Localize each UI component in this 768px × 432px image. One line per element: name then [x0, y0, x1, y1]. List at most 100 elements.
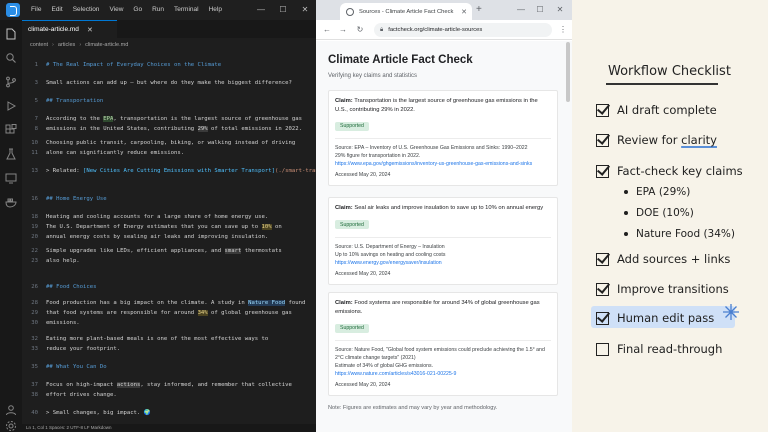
source-control-icon[interactable] — [5, 76, 17, 88]
code-line[interactable]: 22 Simple upgrades like LEDs, efficient a… — [22, 246, 316, 256]
code-line[interactable]: 33 reduce your footprint. — [22, 344, 316, 354]
code-line[interactable]: 13 > Related: [New Cities Are Cutting Emi… — [22, 166, 316, 176]
explorer-icon[interactable] — [5, 28, 17, 40]
close-icon[interactable]: ✕ — [294, 0, 316, 20]
browser-tab[interactable]: Sources - Climate Article Fact Check ✕ — [340, 3, 472, 20]
code-line[interactable]: 19 The U.S. Department of Energy estimate… — [22, 222, 316, 232]
source-line: Source: U.S. Department of Energy – Insu… — [335, 243, 551, 251]
code-token: Choosing public transit, carpooling, bik… — [46, 140, 296, 146]
breadcrumb-item[interactable]: content — [30, 42, 48, 48]
docker-icon[interactable] — [5, 196, 17, 208]
checklist-item[interactable]: Final read-through — [596, 340, 722, 358]
tab-close-icon[interactable]: ✕ — [87, 26, 93, 34]
extensions-icon[interactable] — [5, 124, 17, 136]
menu-view[interactable]: View — [104, 0, 128, 20]
line-number: 10 — [31, 140, 38, 146]
code-line[interactable]: 18 Heating and cooling accounts for a lar… — [22, 212, 316, 222]
checkbox-checked-icon[interactable] — [596, 103, 609, 117]
close-icon[interactable]: ✕ — [551, 2, 569, 18]
code-line[interactable]: 26 ## Food Choices — [22, 282, 316, 292]
new-tab-icon[interactable]: + — [476, 4, 482, 15]
scrollbar-thumb[interactable] — [566, 42, 570, 102]
tab-climate-article[interactable]: climate-article.md ✕ — [22, 20, 117, 38]
tab-close-icon[interactable]: ✕ — [461, 8, 467, 16]
code-line[interactable]: 11 alone can significantly reduce emissio… — [22, 148, 316, 158]
menu-edit[interactable]: Edit — [46, 0, 67, 20]
code-token: Focus on high-impact — [46, 382, 117, 388]
code-line[interactable]: 38 effort drives change. — [22, 390, 316, 400]
checklist-item[interactable]: Fact-check key claims — [596, 162, 743, 180]
line-number: 16 — [31, 196, 38, 202]
checkbox-empty-icon[interactable] — [596, 342, 609, 356]
code-line[interactable]: 7 According to the EPA, transportation is… — [22, 114, 316, 124]
checklist-item[interactable]: Improve transitions — [596, 280, 729, 298]
code-line[interactable]: 20 annual energy costs by sealing air lea… — [22, 232, 316, 242]
line-number: 28 — [31, 300, 38, 306]
search-icon[interactable] — [5, 52, 17, 64]
code-line[interactable]: 16 ## Home Energy Use — [22, 194, 316, 204]
checklist-item[interactable]: Review for clarity — [596, 131, 717, 149]
address-bar[interactable]: 🔒︎ factcheck.org/climate-article-sources — [374, 23, 552, 37]
minimize-icon[interactable]: — — [512, 2, 530, 18]
code-line[interactable]: 35 ## What You Can Do — [22, 362, 316, 372]
source-link[interactable]: https://www.epa.gov/ghgemissions/invento… — [335, 161, 532, 167]
checklist-item[interactable]: AI draft complete — [596, 101, 717, 119]
menu-file[interactable]: File — [26, 0, 46, 20]
source-link[interactable]: https://www.nature.com/articles/s43016-0… — [335, 371, 456, 377]
maximize-icon[interactable]: ☐ — [531, 2, 549, 18]
claim-text: Claim: Transportation is the largest sou… — [335, 97, 551, 114]
checklist-item[interactable]: Add sources + links — [596, 250, 730, 268]
claim-card: Claim: Food systems are responsible for … — [328, 292, 558, 396]
menu-run[interactable]: Run — [147, 0, 169, 20]
code-line[interactable]: 23 also help. — [22, 256, 316, 266]
page-title: Climate Article Fact Check — [328, 54, 473, 66]
source-detail: 29% figure for transportation in 2022. — [335, 153, 421, 159]
more-menu-icon[interactable]: ⋮ — [556, 23, 570, 37]
code-line[interactable]: 29 that food systems are responsible for … — [22, 308, 316, 318]
checklist-item[interactable]: Human edit pass — [596, 309, 714, 327]
vscode-logo-icon — [6, 3, 20, 17]
source-prefix: Source: — [335, 243, 353, 250]
line-number: 35 — [31, 364, 38, 370]
code-area[interactable]: 1 # The Real Impact of Everyday Choices o… — [22, 54, 316, 424]
menu-terminal[interactable]: Terminal — [169, 0, 204, 20]
minimize-icon[interactable]: — — [250, 0, 272, 20]
breadcrumb-item[interactable]: climate-article.md — [85, 42, 128, 48]
manage-gear-icon[interactable] — [5, 420, 17, 432]
code-line[interactable]: 1 # The Real Impact of Everyday Choices o… — [22, 60, 316, 70]
line-number: 23 — [31, 258, 38, 264]
source-line: Source: Nature Food, "Global food system… — [335, 346, 551, 362]
checkbox-checked-icon[interactable] — [596, 311, 609, 325]
remote-explorer-icon[interactable] — [5, 172, 17, 184]
maximize-icon[interactable]: ☐ — [272, 0, 294, 20]
code-line[interactable]: 8 emissions in the United States, contrib… — [22, 124, 316, 134]
checkbox-checked-icon[interactable] — [596, 252, 609, 266]
checkbox-checked-icon[interactable] — [596, 164, 609, 178]
code-line[interactable]: 32 Eating more plant-based meals is one o… — [22, 334, 316, 344]
menu-help[interactable]: Help — [204, 0, 227, 20]
code-line[interactable]: 30 emissions. — [22, 318, 316, 328]
code-token: emissions in the United States, contribu… — [46, 126, 198, 132]
checkbox-checked-icon[interactable] — [596, 282, 609, 296]
testing-icon[interactable] — [5, 148, 17, 160]
reload-icon[interactable]: ↻ — [353, 23, 367, 37]
status-bar: Ln 1, Col 1 Spaces: 2 UTF-8 LF Markdown — [22, 424, 316, 432]
code-line[interactable]: 40 > Small changes, big impact. 🌍 — [22, 408, 316, 418]
account-icon[interactable] — [5, 404, 17, 416]
menu-selection[interactable]: Selection — [68, 0, 105, 20]
code-line[interactable]: 5 ## Transportation — [22, 96, 316, 106]
checkbox-checked-icon[interactable] — [596, 133, 609, 147]
code-line[interactable]: 3 Small actions can add up — but where do… — [22, 78, 316, 88]
code-text: ## Transportation — [46, 96, 103, 106]
breadcrumb-item[interactable]: articles — [58, 42, 75, 48]
code-line[interactable]: 10 Choosing public transit, carpooling, b… — [22, 138, 316, 148]
source-link[interactable]: https://www.energy.gov/energysaver/insul… — [335, 260, 442, 266]
back-arrow-icon[interactable]: ← — [320, 23, 334, 37]
code-line[interactable]: 28 Food production has a big impact on th… — [22, 298, 316, 308]
forward-arrow-icon[interactable]: → — [336, 23, 350, 37]
code-line[interactable]: 37 Focus on high-impact actions, stay inf… — [22, 380, 316, 390]
line-number: 38 — [31, 392, 38, 398]
code-text: emissions in the United States, contribu… — [46, 124, 302, 134]
run-debug-icon[interactable] — [5, 100, 17, 112]
menu-go[interactable]: Go — [128, 0, 147, 20]
